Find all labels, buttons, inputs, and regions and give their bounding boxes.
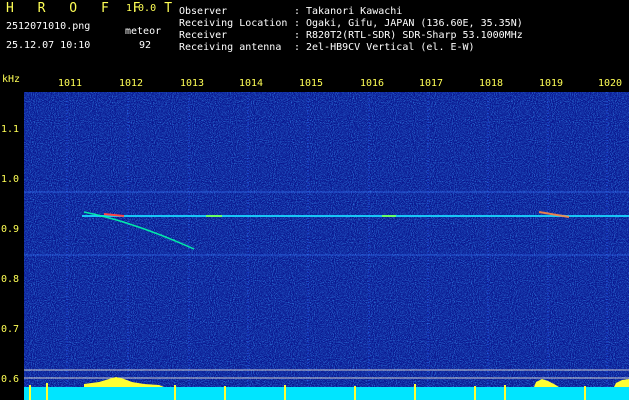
observer-colon: :: [294, 6, 301, 17]
freq-tick-label: 0.8: [1, 274, 20, 285]
freq-tick-label: 0.6: [1, 374, 20, 385]
time-tick-label: 1013: [180, 78, 205, 89]
app-version: 1.0.0: [126, 3, 157, 14]
file-name: 2512071010.png: [6, 21, 91, 32]
time-tick-label: 1014: [239, 78, 264, 89]
time-tick-label: 1020: [598, 78, 623, 89]
time-tick-label: 1018: [479, 78, 504, 89]
antenna-key: Receiving antenna: [179, 42, 282, 53]
observer-key: Observer: [179, 6, 228, 17]
spectrogram: [24, 92, 629, 400]
receiver-key: Receiver: [179, 30, 228, 41]
location-key: Receiving Location: [179, 18, 288, 29]
time-tick-label: 1016: [360, 78, 385, 89]
time-axis: 1011 1012 1013 1014 1015 1016 1017 1018 …: [0, 78, 629, 92]
location-colon: :: [294, 18, 301, 29]
meteor-count: 92: [139, 40, 152, 51]
meteor-label: meteor: [125, 26, 162, 37]
freq-tick-label: 1.0: [1, 174, 20, 185]
base-power-bar: [24, 387, 629, 400]
antenna-colon: :: [294, 42, 301, 53]
spectrogram-canvas: [24, 92, 629, 400]
file-datetime: 25.12.07 10:10: [6, 40, 91, 51]
freq-tick-label: 0.9: [1, 224, 20, 235]
receiver-colon: :: [294, 30, 301, 41]
location-value: Ogaki, Gifu, JAPAN (136.60E, 35.35N): [306, 18, 523, 29]
receiver-value: R820T2(RTL-SDR) SDR-Sharp 53.1000MHz: [306, 30, 523, 41]
noise-texture: [24, 92, 629, 400]
time-tick-label: 1012: [119, 78, 144, 89]
antenna-value: 2el-HB9CV Vertical (el. E-W): [306, 42, 475, 53]
freq-tick-label: 1.1: [1, 124, 20, 135]
time-tick-label: 1019: [539, 78, 564, 89]
time-tick-label: 1011: [58, 78, 83, 89]
observer-value: Takanori Kawachi: [306, 6, 403, 17]
time-tick-label: 1017: [419, 78, 444, 89]
freq-tick-label: 0.7: [1, 324, 20, 335]
header-panel: H R O F F T 1.0.0 2512071010.png 25.12.0…: [0, 0, 629, 66]
freq-axis: 1.1 1.0 0.9 0.8 0.7 0.6: [0, 92, 24, 400]
time-tick-label: 1015: [299, 78, 324, 89]
